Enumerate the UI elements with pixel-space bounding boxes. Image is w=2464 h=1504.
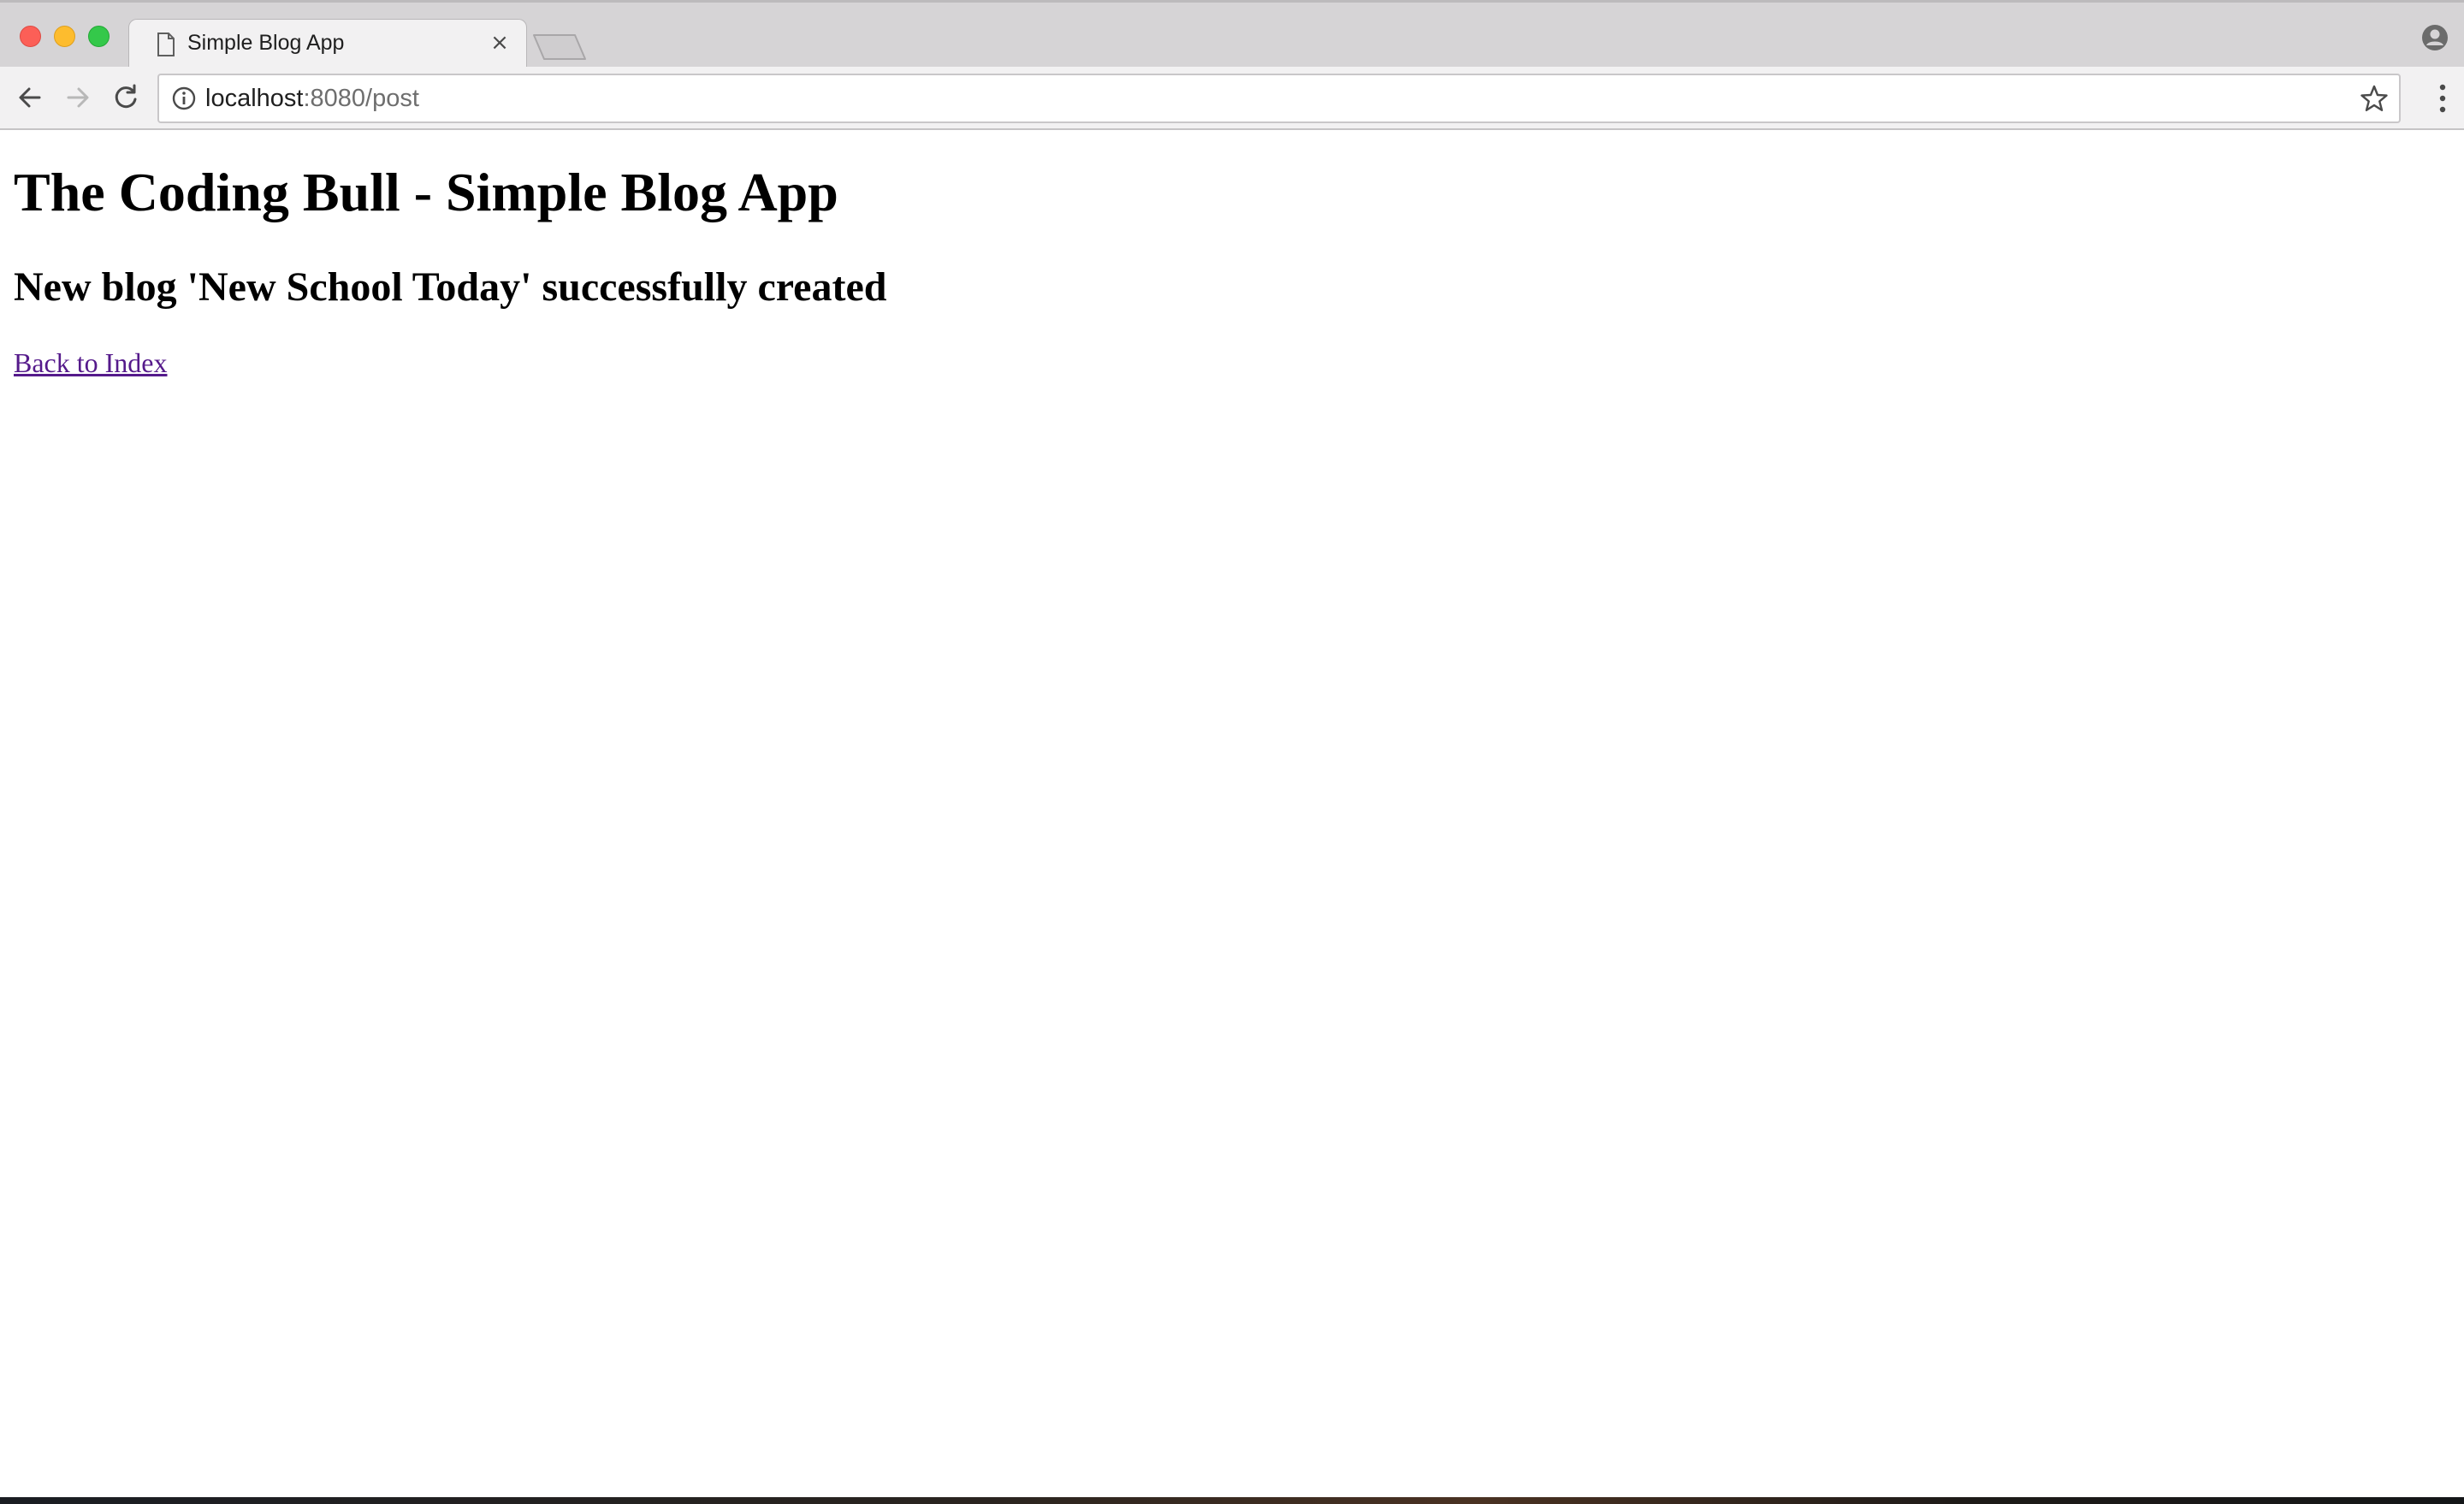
window-minimize-button[interactable] — [54, 26, 75, 47]
browser-toolbar: localhost:8080/post — [0, 67, 2464, 130]
success-message: New blog 'New School Today' successfully… — [14, 264, 887, 310]
url-text[interactable]: localhost:8080/post — [205, 85, 419, 113]
back-to-index-link[interactable]: Back to Index — [14, 347, 168, 379]
browser-window: Simple Blog App × localhost:8080/post Th… — [0, 0, 2464, 1497]
window-close-button[interactable] — [20, 26, 41, 47]
tab-title: Simple Blog App — [187, 31, 345, 55]
url-path: :8080/post — [303, 85, 419, 112]
star-icon[interactable] — [2360, 84, 2389, 113]
tab-strip: Simple Blog App × — [0, 0, 2464, 72]
reload-icon[interactable] — [110, 81, 142, 114]
page-heading: The Coding Bull - Simple Blog App — [14, 162, 838, 222]
url-host: localhost — [205, 85, 304, 112]
tab-close-icon[interactable]: × — [487, 30, 512, 56]
menu-icon[interactable] — [2437, 82, 2449, 115]
new-tab-icon[interactable] — [532, 33, 587, 61]
window-maximize-button[interactable] — [88, 26, 110, 47]
address-bar[interactable]: localhost:8080/post — [157, 74, 2401, 123]
desktop-background — [0, 1497, 2464, 1504]
page-icon — [157, 33, 175, 56]
forward-arrow-icon[interactable] — [62, 81, 94, 114]
back-arrow-icon[interactable] — [14, 81, 46, 114]
page-content: The Coding Bull - Simple Blog App New bl… — [0, 130, 2464, 1497]
info-icon[interactable] — [171, 86, 197, 111]
profile-icon[interactable] — [2421, 24, 2449, 51]
tab-simple-blog-app[interactable]: Simple Blog App × — [128, 19, 527, 72]
